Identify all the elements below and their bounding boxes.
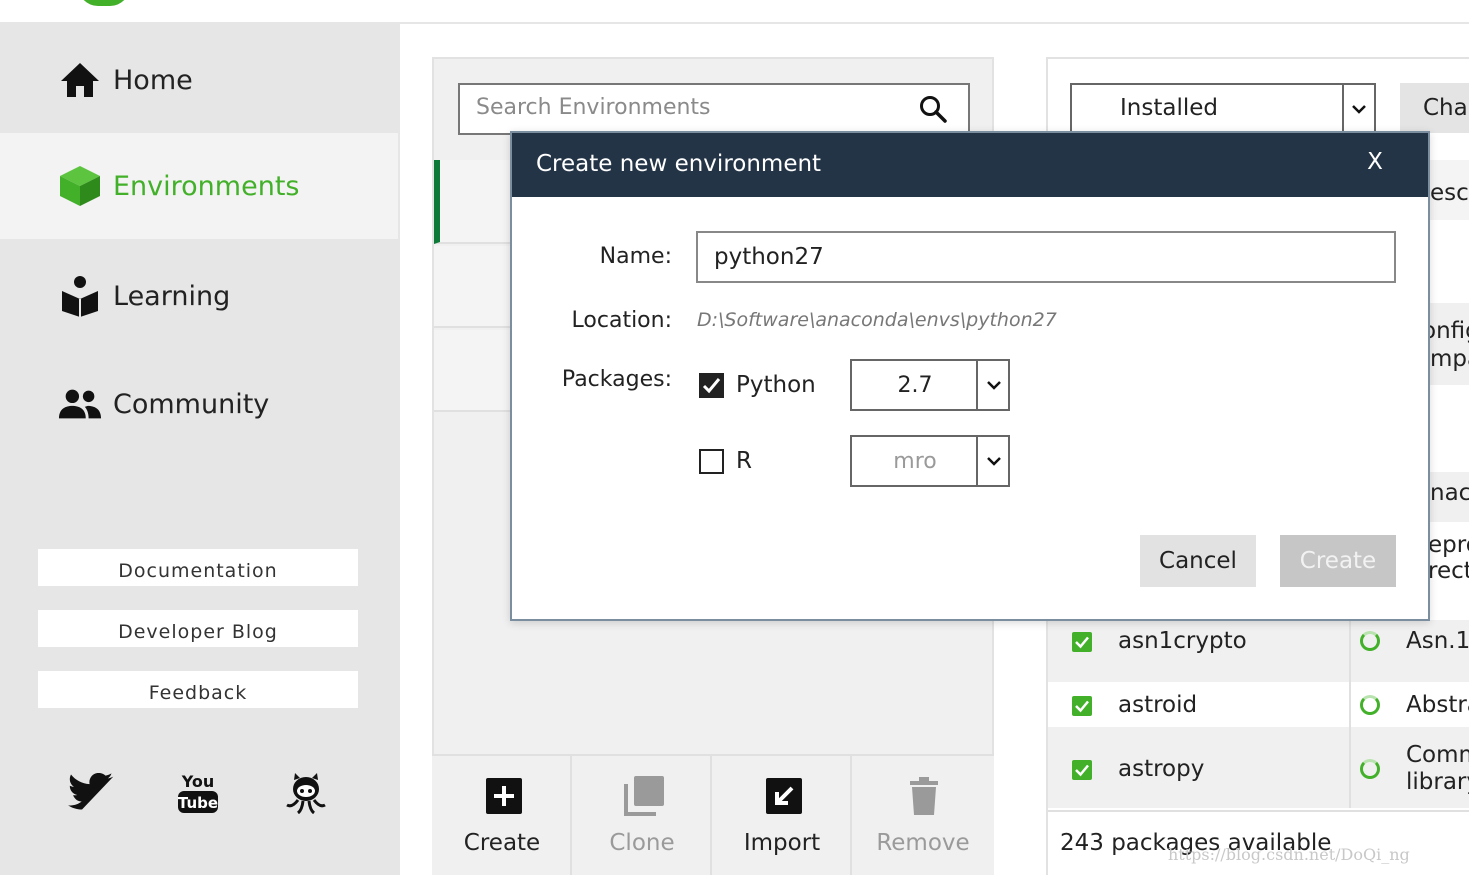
search-environments-placeholder: Search Environments [476,95,711,120]
row-desc-peek: rect [1428,558,1469,584]
select-divider [976,437,978,485]
create-button-label: Create [1299,548,1377,574]
nav-environments-label: Environments [113,170,300,202]
package-description: Abstra [1406,692,1469,718]
feedback-link[interactable]: Feedback [38,671,358,708]
create-env-button[interactable]: Create [434,756,572,875]
documentation-link-label: Documentation [118,560,278,582]
description-header-peek: escr [1430,180,1469,206]
dialog-title: Create new environment [536,151,822,177]
status-icon [1360,695,1380,715]
package-description: Comm [1406,742,1469,768]
chevron-down-icon [984,375,1004,395]
twitter-icon[interactable] [66,768,116,818]
channels-button-label: Char [1423,95,1469,121]
environment-name-value: python27 [714,244,824,270]
location-value: D:\Software\anaconda\envs\python27 [697,309,1057,331]
row-desc-peek: naco [1430,480,1469,506]
nav-home[interactable]: Home [0,27,398,133]
import-env-label: Import [743,830,821,856]
name-label: Name: [599,244,672,269]
package-name: astropy [1118,756,1205,782]
trash-icon [904,776,944,816]
nav-community[interactable]: Community [0,351,398,457]
learning-icon [58,274,102,318]
nav-home-label: Home [113,64,193,96]
cube-icon [58,164,102,208]
youtube-tube-text: Tube [178,794,218,812]
clone-env-button[interactable]: Clone [574,756,712,875]
nav-environments[interactable]: Environments [0,133,398,239]
feedback-link-label: Feedback [148,682,248,704]
youtube-you-text: You [181,772,215,791]
documentation-link[interactable]: Documentation [38,549,358,586]
cancel-button-label: Cancel [1159,548,1237,574]
package-description: library [1406,769,1469,795]
status-icon [1360,759,1380,779]
package-name: astroid [1118,692,1198,718]
nav-learning-label: Learning [113,280,231,312]
create-icon [484,776,524,816]
r-checkbox-label: R [736,448,752,474]
developer-blog-link[interactable]: Developer Blog [38,610,358,647]
chevron-down-icon[interactable] [1348,98,1370,120]
python-version-select[interactable]: 2.7 [850,359,1010,411]
github-icon[interactable] [281,768,331,818]
installed-check-icon[interactable] [1072,760,1092,780]
package-description: Asn.1 [1406,628,1469,654]
home-icon [58,58,102,102]
r-version-select[interactable]: mro [850,435,1010,487]
package-name: asn1crypto [1118,628,1247,654]
status-icon [1360,631,1380,651]
chevron-down-icon [984,451,1004,471]
installed-check-icon[interactable] [1072,696,1092,716]
installed-check-icon[interactable] [1072,632,1092,652]
location-label: Location: [571,308,672,333]
column-divider [1349,620,1351,808]
r-checkbox[interactable] [699,449,724,474]
top-bar [0,0,1469,24]
python-checkbox-label: Python [736,372,816,398]
package-filter-value: Installed [1120,95,1218,121]
package-filter-select[interactable] [1070,83,1376,133]
row-desc-peek: epro [1428,532,1469,558]
r-version-value: mro [893,449,937,474]
row-desc-peek: mpa [1430,346,1469,372]
clone-icon [624,776,664,816]
close-button[interactable]: X [1362,149,1388,179]
python-checkbox[interactable] [699,373,724,398]
import-env-button[interactable]: Import [714,756,852,875]
nav-community-label: Community [113,388,270,420]
select-divider [976,361,978,409]
remove-env-label: Remove [876,830,970,856]
clone-env-label: Clone [609,830,675,856]
watermark: https://blog.csdn.net/DoQi_ng [1168,845,1410,864]
developer-blog-link-label: Developer Blog [118,621,278,643]
community-icon [58,382,102,426]
packages-label: Packages: [561,367,672,392]
remove-env-button[interactable]: Remove [854,756,992,875]
youtube-icon[interactable]: You Tube [173,768,223,818]
python-version-value: 2.7 [897,373,933,398]
search-icon[interactable] [918,94,948,124]
import-icon [764,776,804,816]
checkmark-icon [702,378,721,394]
nav-learning[interactable]: Learning [0,243,398,349]
create-env-label: Create [463,830,541,856]
package-filter-divider [1342,85,1344,131]
